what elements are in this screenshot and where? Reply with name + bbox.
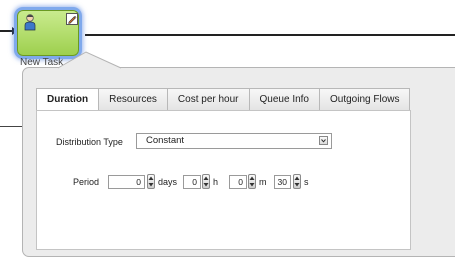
tab-resources[interactable]: Resources [99, 88, 168, 110]
distribution-type-label: Distribution Type [56, 137, 123, 147]
days-input[interactable]: 0 [108, 175, 145, 189]
hours-unit: h [213, 177, 219, 187]
minutes-unit: m [259, 177, 267, 187]
properties-tabs: Duration Resources Cost per hour Queue I… [36, 88, 411, 111]
minutes-stepper[interactable] [248, 174, 256, 189]
seconds-input[interactable]: 30 [274, 175, 291, 189]
tab-outgoing-flows[interactable]: Outgoing Flows [320, 88, 411, 110]
hours-input[interactable]: 0 [183, 175, 201, 189]
days-stepper[interactable] [147, 174, 155, 189]
chevron-down-icon[interactable] [319, 136, 328, 145]
days-unit: days [158, 177, 178, 187]
tab-duration[interactable]: Duration [36, 88, 100, 111]
distribution-type-value: Constant [146, 135, 185, 146]
outgoing-flow-line[interactable] [85, 34, 455, 36]
minutes-input[interactable]: 0 [229, 175, 247, 189]
hours-stepper[interactable] [202, 174, 210, 189]
connector-line [0, 126, 22, 127]
tab-cost-per-hour[interactable]: Cost per hour [167, 88, 250, 110]
seconds-unit: s [304, 177, 309, 187]
period-label: Period [73, 177, 100, 187]
popup-callout-tail [57, 51, 122, 69]
seconds-stepper[interactable] [293, 174, 301, 189]
tab-queue-info[interactable]: Queue Info [249, 88, 320, 110]
process-canvas[interactable]: New Task Duration Resources Cost per hou… [0, 0, 455, 257]
distribution-type-select[interactable]: Constant [136, 133, 332, 149]
